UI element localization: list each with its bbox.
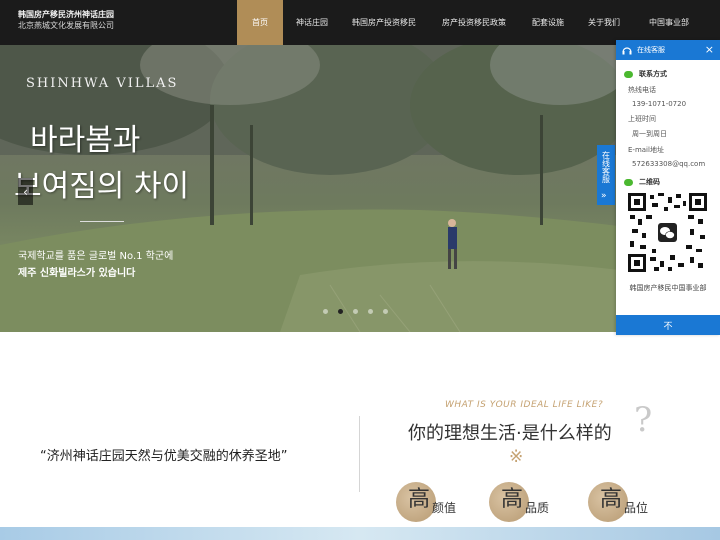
qr-title-text: 二维码	[639, 178, 660, 186]
chat-icon	[624, 178, 633, 186]
nav-shinhwa-villas[interactable]: 神话庄园	[283, 0, 341, 45]
online-service-tab-label: 在线客服	[601, 151, 611, 183]
brand[interactable]: 韩国房产移民济州神话庄园 北京燕城文化发展有限公司	[18, 9, 114, 31]
slider-dot[interactable]	[368, 309, 373, 314]
ideal-life-chinese: 你的理想生活·是什么样的	[408, 423, 612, 444]
brand-title: 韩国房产移民济州神话庄园	[18, 10, 114, 19]
chevron-right-icon: »	[601, 191, 607, 201]
feature-big-char: 高	[600, 487, 623, 512]
qr-caption: 韩国房产移民中国事业部	[629, 284, 707, 292]
email-label: E-mail地址	[628, 146, 664, 154]
service-panel-title: 在线客服	[637, 46, 665, 54]
slider-prev-button[interactable]: ‹	[18, 178, 33, 205]
nav-about-us[interactable]: 关于我们	[575, 0, 633, 45]
email-value[interactable]: 572633308@qq.com	[616, 160, 720, 168]
hotline-label: 热线电话	[628, 86, 656, 94]
cross-decoration-icon: ※	[509, 447, 524, 467]
hero-divider	[80, 221, 124, 222]
nav-investment-policy[interactable]: 房产投资移民政策	[427, 0, 521, 45]
feature-label: 品质	[525, 501, 550, 515]
slider-dots	[323, 309, 388, 314]
feature-quality: 高 品质	[489, 480, 550, 522]
question-mark-decoration: ?	[634, 400, 653, 440]
slider-dot[interactable]	[383, 309, 388, 314]
hero-english-title: SHINHWA VILLAS	[26, 76, 179, 91]
hero-korean-headline-2: 보여짐의 차이	[14, 169, 190, 204]
contact-section-title: 联系方式	[616, 69, 720, 79]
chat-icon	[624, 70, 633, 78]
online-service-tab[interactable]: 在线客服 »	[597, 145, 615, 205]
hero-subtitle-1: 국제학교를 품은 글로벌 No.1 학군에	[18, 251, 174, 262]
slider-dot[interactable]	[353, 309, 358, 314]
hero-korean-headline-1: 바라봄과	[30, 123, 141, 158]
bottom-image-strip	[0, 527, 720, 540]
feature-label: 品位	[624, 501, 649, 515]
feature-big-char: 高	[501, 487, 524, 512]
slider-dot[interactable]	[323, 309, 328, 314]
feature-taste: 高 品位	[588, 480, 649, 522]
hours-value: 周一到周日	[632, 130, 667, 138]
site-header: 韩国房产移民济州神话庄园 北京燕城文化发展有限公司 首页 神话庄园 韩国房产投资…	[0, 0, 720, 45]
service-panel-bottom-button[interactable]: 不	[616, 315, 720, 335]
brand-company: 北京燕城文化发展有限公司	[18, 21, 114, 30]
online-service-panel: 在线客服 × 联系方式 热线电话 139-1071-0720 上班时间 周一到周…	[616, 40, 720, 335]
vertical-divider	[359, 416, 360, 492]
hotline-value[interactable]: 139-1071-0720	[616, 100, 720, 108]
service-panel-header: 在线客服 ×	[616, 40, 720, 60]
feature-appearance: 高 颜值	[396, 480, 457, 522]
hero-subtitle-2: 제주 신화빌라스가 있습니다	[18, 268, 136, 279]
qr-section-title: 二维码	[616, 177, 720, 187]
headset-icon	[622, 46, 632, 54]
main-nav: 首页 神话庄园 韩国房产投资移民 房产投资移民政策 配套设施 关于我们 中国事业…	[237, 0, 705, 45]
close-icon[interactable]: ×	[705, 43, 714, 56]
hours-label: 上班时间	[628, 115, 656, 123]
nav-facilities[interactable]: 配套设施	[521, 0, 575, 45]
contact-title-text: 联系方式	[639, 70, 667, 78]
ideal-life-english: WHAT IS YOUR IDEAL LIFE LIKE?	[445, 400, 604, 410]
nav-china-division[interactable]: 中国事业部	[633, 0, 705, 45]
feature-label: 颜值	[432, 501, 457, 515]
nav-home[interactable]: 首页	[237, 0, 283, 45]
wechat-qr-code	[628, 193, 707, 272]
nav-korea-property-investment[interactable]: 韩国房产投资移民	[341, 0, 427, 45]
feature-big-char: 高	[408, 487, 431, 512]
slider-dot-active[interactable]	[338, 309, 343, 314]
tagline-quote: “济州神话庄园天然与优美交融的休养圣地”	[40, 449, 288, 464]
